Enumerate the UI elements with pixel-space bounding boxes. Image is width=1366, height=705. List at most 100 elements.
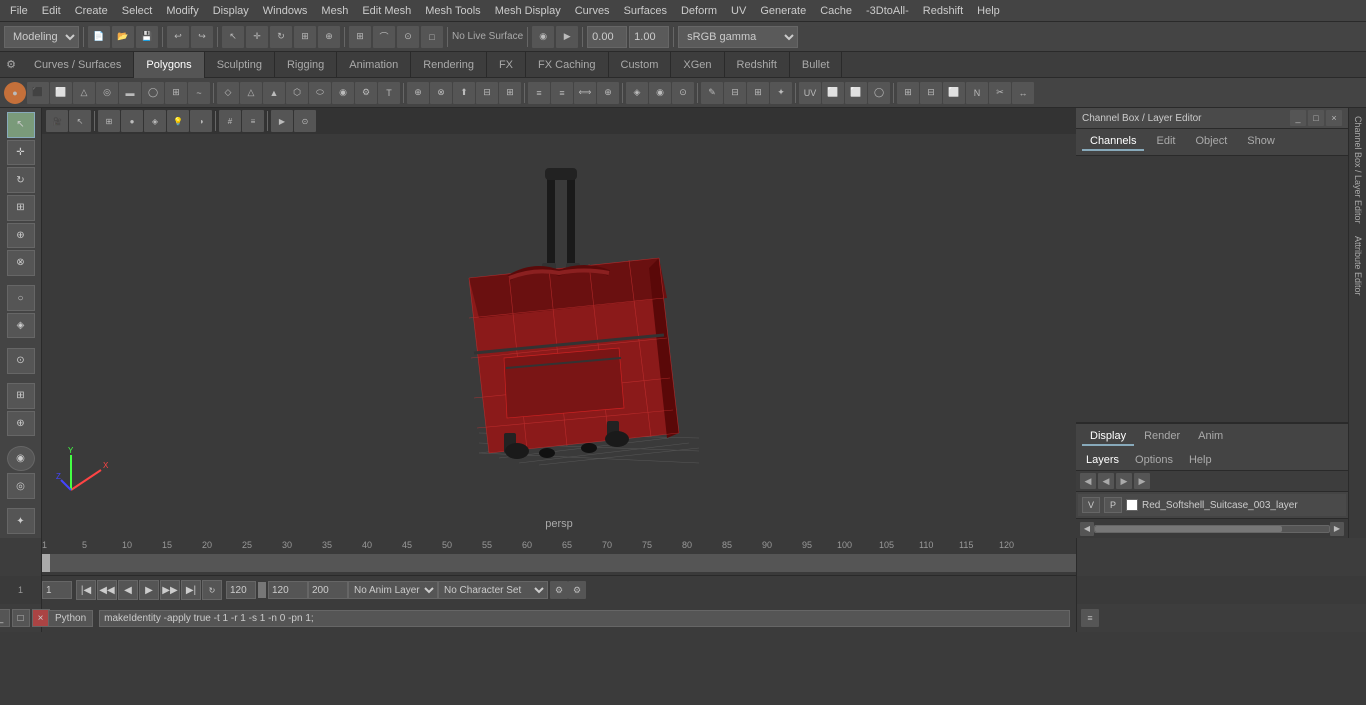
disc-btn[interactable]: ◯ [142, 82, 164, 104]
tab-gear-btn[interactable]: ⚙ [0, 52, 22, 78]
tab-bullet[interactable]: Bullet [790, 52, 843, 78]
layer-scrollbar-track[interactable] [1094, 525, 1330, 533]
universal-manip-tool[interactable]: ⊕ [318, 26, 340, 48]
sphere-btn[interactable]: ● [4, 82, 26, 104]
cylindrical-proj-btn[interactable]: ⬜ [845, 82, 867, 104]
layout-uvs-btn[interactable]: ⬜ [943, 82, 965, 104]
tab-custom[interactable]: Custom [609, 52, 672, 78]
cb-tab-object[interactable]: Object [1187, 133, 1235, 151]
tool-render2[interactable]: ◎ [7, 473, 35, 499]
cut-btn[interactable]: ✂ [989, 82, 1011, 104]
cb-close-btn[interactable]: × [1326, 110, 1342, 126]
vp-shadows-btn[interactable]: ◑ [190, 110, 212, 132]
plane-btn[interactable]: ▬ [119, 82, 141, 104]
python-mode-label[interactable]: Python [48, 610, 93, 627]
script-editor-btn[interactable]: ≡ [1081, 609, 1099, 627]
vp-shaded-btn[interactable]: ● [121, 110, 143, 132]
cb-tab-edit[interactable]: Edit [1148, 133, 1183, 151]
tab-render[interactable]: Render [1136, 428, 1188, 446]
layer-scrollbar-thumb[interactable] [1095, 526, 1282, 532]
tab-anim[interactable]: Anim [1190, 428, 1231, 446]
insert-loop-btn[interactable]: ≡ [528, 82, 550, 104]
transport-step-fwd[interactable]: ▶▶ [160, 580, 180, 600]
layer-scroll-left2[interactable]: ◀ [1098, 473, 1114, 489]
tool-rotate[interactable]: ↻ [7, 167, 35, 193]
menu-file[interactable]: File [4, 3, 34, 19]
open-scene-btn[interactable]: 📂 [112, 26, 134, 48]
menu-cache[interactable]: Cache [814, 3, 858, 19]
mirror-btn[interactable]: ⊟ [724, 82, 746, 104]
soccer-btn[interactable]: ⬡ [286, 82, 308, 104]
menu-redshift[interactable]: Redshift [917, 3, 969, 19]
new-scene-btn[interactable]: 📄 [88, 26, 110, 48]
anim-layer-dropdown[interactable]: No Anim Layer [348, 581, 438, 599]
menu-3dtall[interactable]: -3DtoAll- [860, 3, 915, 19]
mode-dropdown[interactable]: Modeling [4, 26, 79, 48]
planar-proj-btn[interactable]: ⬜ [822, 82, 844, 104]
layer-scroll-right[interactable]: ▶ [1116, 473, 1132, 489]
tab-redshift[interactable]: Redshift [725, 52, 790, 78]
prism-btn[interactable]: △ [240, 82, 262, 104]
timeline-bar[interactable]: 1 5 10 15 20 25 30 35 40 45 50 55 60 65 … [42, 538, 1076, 576]
menu-select[interactable]: Select [116, 3, 159, 19]
menu-create[interactable]: Create [69, 3, 114, 19]
tab-polygons[interactable]: Polygons [134, 52, 204, 78]
menu-mesh-display[interactable]: Mesh Display [489, 3, 567, 19]
tool-scale[interactable]: ⊞ [7, 195, 35, 221]
layer-color-swatch[interactable] [1126, 499, 1138, 511]
uv-editor-btn[interactable]: UV [799, 82, 821, 104]
tab-curves-surfaces[interactable]: Curves / Surfaces [22, 52, 134, 78]
tab-sculpting[interactable]: Sculpting [205, 52, 275, 78]
snap-grid-btn[interactable]: ⊞ [349, 26, 371, 48]
transport-loop[interactable]: ↻ [202, 580, 222, 600]
unfold-btn[interactable]: ⊟ [920, 82, 942, 104]
window-min-btn[interactable]: _ [0, 609, 10, 627]
cb-collapse-btn[interactable]: _ [1290, 110, 1306, 126]
menu-curves[interactable]: Curves [569, 3, 616, 19]
tool-move[interactable]: ✛ [7, 140, 35, 166]
scale-tool[interactable]: ⊞ [294, 26, 316, 48]
tool-show-manip[interactable]: ⊙ [7, 348, 35, 374]
transport-play-fwd[interactable]: ▶ [139, 580, 159, 600]
select-tool[interactable]: ↖ [222, 26, 244, 48]
pref-btn[interactable]: ⚙ [568, 581, 586, 599]
attribute-editor-side-tab[interactable]: Attribute Editor [1349, 228, 1366, 296]
tab-display[interactable]: Display [1082, 428, 1134, 446]
vp-grid-btn[interactable]: # [219, 110, 241, 132]
tool-snap[interactable]: ⊞ [7, 383, 35, 409]
render-settings-btn[interactable]: ◉ [532, 26, 554, 48]
bridge-btn[interactable]: ⊟ [476, 82, 498, 104]
tool-select[interactable]: ↖ [7, 112, 35, 138]
transport-play-back[interactable]: ◀ [118, 580, 138, 600]
character-set-dropdown[interactable]: No Character Set [438, 581, 548, 599]
auto-key-btn[interactable]: ⚙ [550, 581, 568, 599]
tool-artisan[interactable]: ✦ [7, 508, 35, 534]
text-btn[interactable]: T [378, 82, 400, 104]
pipe-btn[interactable]: ⊞ [165, 82, 187, 104]
layer-scroll-h-right[interactable]: ▶ [1330, 522, 1344, 536]
vp-hud-btn[interactable]: ≡ [242, 110, 264, 132]
cube-btn[interactable]: ⬛ [27, 82, 49, 104]
range-end-input[interactable] [308, 581, 348, 599]
smooth-btn[interactable]: ◉ [649, 82, 671, 104]
combine-btn[interactable]: ⊕ [407, 82, 429, 104]
tab-xgen[interactable]: XGen [671, 52, 724, 78]
render-btn[interactable]: ▶ [556, 26, 578, 48]
conform-btn[interactable]: ⊙ [672, 82, 694, 104]
undo-btn[interactable]: ↩ [167, 26, 189, 48]
menu-windows[interactable]: Windows [257, 3, 314, 19]
separate-btn[interactable]: ⊗ [430, 82, 452, 104]
boolean-btn[interactable]: ⊞ [747, 82, 769, 104]
vp-playblast-btn[interactable]: ▶ [271, 110, 293, 132]
scale-input[interactable] [629, 26, 669, 48]
tool-lasso[interactable]: ○ [7, 285, 35, 311]
cb-tab-show[interactable]: Show [1239, 133, 1283, 151]
spherical-proj-btn[interactable]: ◯ [868, 82, 890, 104]
snap-point-btn[interactable]: ⊙ [397, 26, 419, 48]
menu-generate[interactable]: Generate [754, 3, 812, 19]
offset-loop-btn[interactable]: ≡ [551, 82, 573, 104]
vp-lights-btn[interactable]: 💡 [167, 110, 189, 132]
snap-curve-btn[interactable]: ⌒ [373, 26, 395, 48]
frame-end-input[interactable] [226, 581, 256, 599]
cb-tab-channels[interactable]: Channels [1082, 133, 1144, 151]
